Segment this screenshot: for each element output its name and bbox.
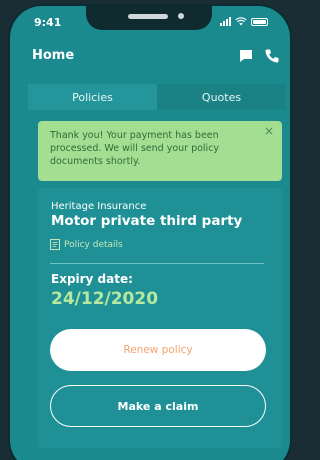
tab-policies[interactable]: Policies [28,84,157,110]
battery-icon [251,17,268,26]
camera-dot [178,13,184,19]
close-icon[interactable]: × [264,125,274,138]
policy-details-label: Policy details [64,239,123,250]
card-divider [50,263,264,264]
signal-icon [220,17,231,26]
phone-icon[interactable] [264,48,280,64]
policy-card: Heritage Insurance Motor private third p… [38,188,282,448]
wifi-icon [235,17,247,26]
app-header: Home [10,40,290,70]
insurer-name: Heritage Insurance [51,201,147,212]
alert-message: Thank you! Your payment has been process… [50,130,220,167]
phone-frame: 9:41 Home Policies Quotes Thank you! You… [8,4,292,460]
document-icon [50,239,60,250]
page-title: Home [32,48,75,63]
app-screen: 9:41 Home Policies Quotes Thank you! You… [10,6,290,460]
expiry-label: Expiry date: [51,272,133,286]
policy-details-link[interactable]: Policy details [50,239,123,250]
expiry-date: 24/12/2020 [51,289,159,309]
speaker-grille [128,14,168,19]
payment-success-alert: Thank you! Your payment has been process… [38,121,282,181]
status-icons [220,17,268,26]
policy-name: Motor private third party [51,213,243,229]
device-notch [86,6,212,30]
make-claim-button[interactable]: Make a claim [50,385,266,427]
policy-tabs: Policies Quotes [28,84,286,110]
tab-quotes[interactable]: Quotes [157,84,286,110]
renew-policy-button[interactable]: Renew policy [50,329,266,371]
chat-icon[interactable] [238,48,254,64]
status-time: 9:41 [34,16,62,29]
status-bar: 9:41 [10,6,290,36]
